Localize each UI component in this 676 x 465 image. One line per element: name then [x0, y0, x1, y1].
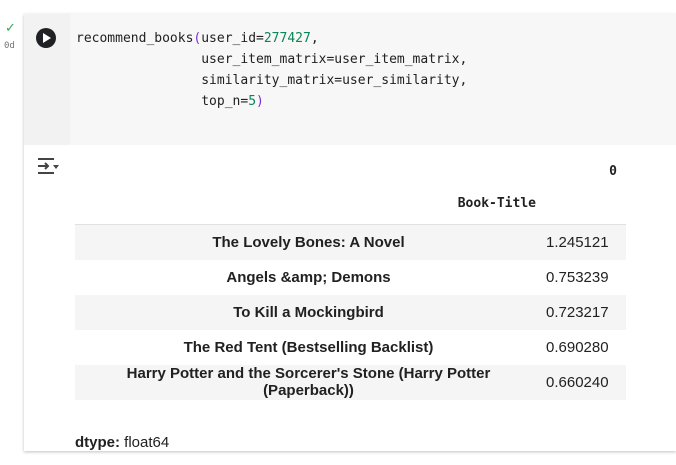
execution-time: 0d: [4, 41, 15, 51]
book-title-cell: Angels &amp; Demons: [226, 268, 391, 286]
code-token: user_id=: [201, 31, 264, 46]
code-editor[interactable]: recommend_books(user_id=277427, user_ite…: [70, 14, 676, 145]
column-header: 0: [609, 164, 617, 179]
code-token: similarity_matrix=user_similarity,: [76, 73, 468, 88]
score-cell: 0.723217: [546, 303, 609, 321]
series-table: The Lovely Bones: A Novel 1.245121 Angels …: [75, 224, 626, 400]
code-token: top_n=: [76, 94, 249, 109]
table-row: To Kill a Mockingbird 0.723217: [75, 294, 626, 330]
score-cell: 1.245121: [540, 224, 626, 260]
index-name-header: Book-Title: [457, 196, 536, 211]
table-row: Harry Potter and the Sorcerer's Stone (H…: [75, 364, 626, 400]
book-title-cell: The Red Tent (Bestselling Backlist): [183, 338, 434, 356]
dtype-label: dtype:: [75, 434, 120, 451]
table-row: The Lovely Bones: A Novel 1.245121: [75, 224, 626, 260]
table-row: Angels &amp; Demons 0.753239: [75, 260, 626, 295]
dtype-value: float64: [124, 434, 170, 451]
book-title-cell: The Lovely Bones: A Novel: [75, 224, 540, 260]
code-token: recommend_books: [76, 31, 194, 46]
dtype-line: dtype: float64: [75, 434, 169, 451]
cell-gutter: [24, 14, 70, 145]
code-cell: recommend_books(user_id=277427, user_ite…: [24, 14, 676, 451]
code-token: ,: [310, 31, 319, 46]
score-cell: 0.690280: [546, 338, 609, 356]
code-token: user_item_matrix=user_item_matrix,: [76, 52, 468, 67]
score-cell: 0.660240: [546, 373, 609, 391]
table-row: The Red Tent (Bestselling Backlist) 0.690…: [75, 330, 626, 365]
output-actions-icon[interactable]: [36, 155, 60, 177]
code-token: 5: [248, 94, 257, 109]
code-text[interactable]: recommend_books(user_id=277427, user_ite…: [76, 28, 467, 112]
book-title-cell: Harry Potter and the Sorcerer's Stone (H…: [126, 365, 491, 399]
success-check-icon: ✓: [5, 21, 16, 36]
score-cell: 0.753239: [546, 268, 609, 286]
book-title-cell: To Kill a Mockingbird: [233, 303, 384, 321]
code-token: 277427: [263, 31, 311, 46]
code-token: ): [256, 94, 264, 109]
run-button[interactable]: [36, 28, 56, 48]
